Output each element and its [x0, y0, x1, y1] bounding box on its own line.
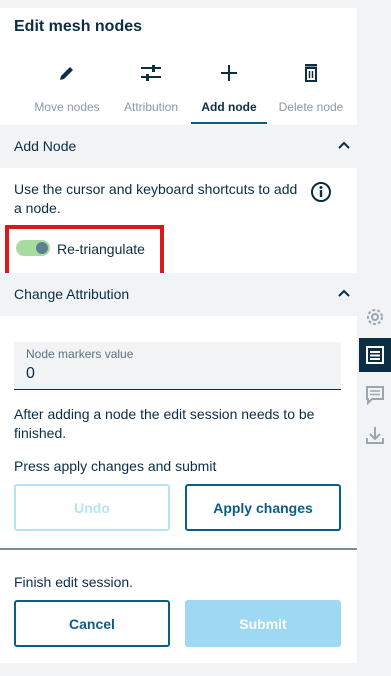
node-markers-field[interactable]: Node markers value 0 — [14, 342, 341, 390]
section-title: Add Node — [14, 138, 77, 154]
sliders-icon — [115, 63, 187, 87]
cancel-button[interactable]: Cancel — [14, 600, 170, 647]
pencil-icon — [28, 63, 106, 87]
apply-changes-button[interactable]: Apply changes — [185, 484, 341, 531]
add-node-instruction-1: Use the cursor and keyboard shortcuts to… — [14, 181, 298, 197]
plus-icon — [191, 63, 267, 87]
divider — [0, 548, 357, 550]
tab-label: Add node — [201, 100, 257, 114]
add-node-instruction-2: a node. — [14, 200, 61, 216]
tab-add-node[interactable]: Add node — [191, 63, 267, 124]
chevron-up-icon[interactable] — [337, 286, 351, 305]
attribution-note-1: After adding a node the edit session nee… — [14, 406, 315, 422]
submit-button[interactable]: Submit — [185, 600, 341, 647]
tab-delete-node[interactable]: Delete node — [273, 63, 349, 133]
tab-label: Delete node — [278, 100, 344, 114]
undo-button[interactable]: Undo — [14, 484, 170, 531]
tab-label: Attribution — [123, 100, 179, 114]
edit-mesh-panel: Edit mesh nodes Move nodes Attribution A… — [0, 8, 357, 663]
tool-tabs: Move nodes Attribution Add node Delete n… — [0, 63, 357, 133]
tab-attribution[interactable]: Attribution — [115, 63, 187, 133]
add-node-section-header[interactable]: Add Node — [0, 125, 357, 168]
trash-icon — [273, 63, 349, 87]
apply-prompt: Press apply changes and submit — [14, 458, 217, 474]
download-icon[interactable] — [359, 418, 391, 452]
attribution-note-2: finished. — [14, 425, 67, 441]
list-icon[interactable] — [359, 338, 391, 372]
field-label: Node markers value — [26, 347, 134, 361]
tab-label: Move nodes — [34, 100, 100, 114]
section-title: Change Attribution — [14, 286, 130, 302]
info-icon[interactable] — [310, 181, 332, 208]
panel-title: Edit mesh nodes — [14, 18, 143, 35]
change-attribution-section-header[interactable]: Change Attribution — [0, 273, 357, 316]
field-value[interactable]: 0 — [26, 365, 35, 383]
finish-text: Finish edit session. — [14, 574, 134, 590]
comment-icon[interactable] — [359, 378, 391, 412]
tab-move-nodes[interactable]: Move nodes — [28, 63, 106, 133]
chevron-up-icon[interactable] — [337, 138, 351, 157]
gear-icon[interactable] — [359, 300, 391, 334]
